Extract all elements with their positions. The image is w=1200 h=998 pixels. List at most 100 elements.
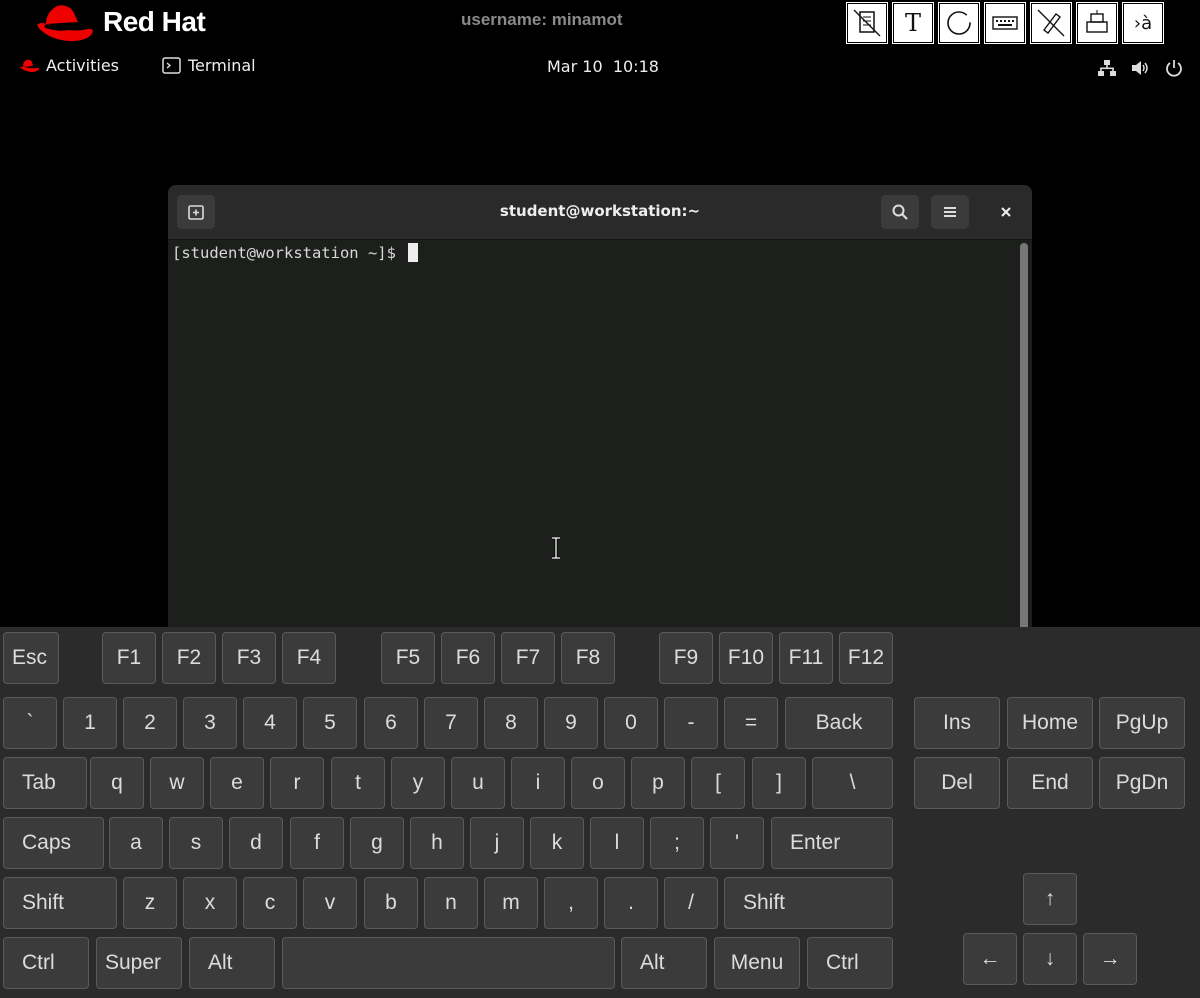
- search-button[interactable]: [881, 195, 919, 229]
- key-4[interactable]: 4: [243, 697, 297, 749]
- key-w[interactable]: w: [150, 757, 204, 809]
- terminal-scrollbar[interactable]: [1020, 243, 1028, 631]
- key-3[interactable]: 3: [183, 697, 237, 749]
- key-f11[interactable]: F11: [779, 632, 833, 684]
- key-u59[interactable]: ;: [650, 817, 704, 869]
- key-super[interactable]: Super: [96, 937, 182, 989]
- key-u92[interactable]: \: [812, 757, 893, 809]
- key-r[interactable]: r: [270, 757, 324, 809]
- key-j[interactable]: j: [470, 817, 524, 869]
- key-i[interactable]: i: [511, 757, 565, 809]
- key-pgdn[interactable]: PgDn: [1099, 757, 1185, 809]
- key-home[interactable]: Home: [1007, 697, 1093, 749]
- key-esc[interactable]: Esc: [3, 632, 59, 684]
- pen-disabled-icon[interactable]: [1031, 3, 1071, 43]
- key-l[interactable]: l: [590, 817, 644, 869]
- key-u8595[interactable]: ↓: [1023, 933, 1077, 985]
- key-c[interactable]: c: [243, 877, 297, 929]
- key-y[interactable]: y: [391, 757, 445, 809]
- key-f4[interactable]: F4: [282, 632, 336, 684]
- key-f3[interactable]: F3: [222, 632, 276, 684]
- key-u93[interactable]: ]: [752, 757, 806, 809]
- key-enter[interactable]: Enter: [771, 817, 893, 869]
- key-ins[interactable]: Ins: [914, 697, 1000, 749]
- key-0[interactable]: 0: [604, 697, 658, 749]
- key-caps[interactable]: Caps: [3, 817, 104, 869]
- terminal-output[interactable]: [student@workstation ~]$: [172, 243, 419, 262]
- key-f5[interactable]: F5: [381, 632, 435, 684]
- network-icon[interactable]: [1097, 58, 1117, 78]
- activities-button[interactable]: Activities: [20, 56, 119, 75]
- key-6[interactable]: 6: [364, 697, 418, 749]
- key-5[interactable]: 5: [303, 697, 357, 749]
- key-1[interactable]: 1: [63, 697, 117, 749]
- power-icon[interactable]: [1164, 58, 1184, 78]
- key-g[interactable]: g: [350, 817, 404, 869]
- key-shift[interactable]: Shift: [724, 877, 893, 929]
- key-del[interactable]: Del: [914, 757, 1000, 809]
- key-u8594[interactable]: →: [1083, 933, 1137, 985]
- key-n[interactable]: n: [424, 877, 478, 929]
- close-button[interactable]: [987, 195, 1025, 229]
- key-back[interactable]: Back: [785, 697, 893, 749]
- key-f7[interactable]: F7: [501, 632, 555, 684]
- key-f9[interactable]: F9: [659, 632, 713, 684]
- key-shift[interactable]: Shift: [3, 877, 117, 929]
- keyboard-icon[interactable]: [985, 3, 1025, 43]
- clock[interactable]: Mar 10 10:18: [547, 57, 659, 76]
- key-f[interactable]: f: [290, 817, 344, 869]
- key-d[interactable]: d: [229, 817, 283, 869]
- key-u39[interactable]: ': [710, 817, 764, 869]
- circle-icon[interactable]: [939, 3, 979, 43]
- text-icon[interactable]: T: [893, 3, 933, 43]
- volume-icon[interactable]: [1130, 58, 1150, 78]
- key-a[interactable]: a: [109, 817, 163, 869]
- input-method-icon[interactable]: ›à: [1123, 3, 1163, 43]
- key-p[interactable]: p: [631, 757, 685, 809]
- key-u46[interactable]: .: [604, 877, 658, 929]
- key-end[interactable]: End: [1007, 757, 1093, 809]
- key-2[interactable]: 2: [123, 697, 177, 749]
- key-alt[interactable]: Alt: [189, 937, 275, 989]
- key-9[interactable]: 9: [544, 697, 598, 749]
- key-u8592[interactable]: ←: [963, 933, 1017, 985]
- key-space[interactable]: [282, 937, 615, 989]
- key-z[interactable]: z: [123, 877, 177, 929]
- key-v[interactable]: v: [303, 877, 357, 929]
- key-m[interactable]: m: [484, 877, 538, 929]
- key-k[interactable]: k: [530, 817, 584, 869]
- key-f12[interactable]: F12: [839, 632, 893, 684]
- key-x[interactable]: x: [183, 877, 237, 929]
- document-disabled-icon[interactable]: [847, 3, 887, 43]
- key-u96[interactable]: `: [3, 697, 57, 749]
- key-tab[interactable]: Tab: [3, 757, 87, 809]
- key-f8[interactable]: F8: [561, 632, 615, 684]
- key-b[interactable]: b: [364, 877, 418, 929]
- key-e[interactable]: e: [210, 757, 264, 809]
- key-h[interactable]: h: [410, 817, 464, 869]
- key-f6[interactable]: F6: [441, 632, 495, 684]
- key-f1[interactable]: F1: [102, 632, 156, 684]
- key-u44[interactable]: ,: [544, 877, 598, 929]
- key-o[interactable]: o: [571, 757, 625, 809]
- key-menu[interactable]: Menu: [714, 937, 800, 989]
- key-u91[interactable]: [: [691, 757, 745, 809]
- key-7[interactable]: 7: [424, 697, 478, 749]
- app-menu-terminal[interactable]: Terminal: [162, 56, 256, 75]
- key-f10[interactable]: F10: [719, 632, 773, 684]
- key-alt[interactable]: Alt: [621, 937, 707, 989]
- key-s[interactable]: s: [169, 817, 223, 869]
- key-u61[interactable]: =: [724, 697, 778, 749]
- menu-button[interactable]: [931, 195, 969, 229]
- key-pgup[interactable]: PgUp: [1099, 697, 1185, 749]
- key-t[interactable]: t: [331, 757, 385, 809]
- key-f2[interactable]: F2: [162, 632, 216, 684]
- key-ctrl[interactable]: Ctrl: [3, 937, 89, 989]
- key-u45[interactable]: -: [664, 697, 718, 749]
- key-u8593[interactable]: ↑: [1023, 873, 1077, 925]
- key-u[interactable]: u: [451, 757, 505, 809]
- key-8[interactable]: 8: [484, 697, 538, 749]
- key-u47[interactable]: /: [664, 877, 718, 929]
- key-q[interactable]: q: [90, 757, 144, 809]
- key-ctrl[interactable]: Ctrl: [807, 937, 893, 989]
